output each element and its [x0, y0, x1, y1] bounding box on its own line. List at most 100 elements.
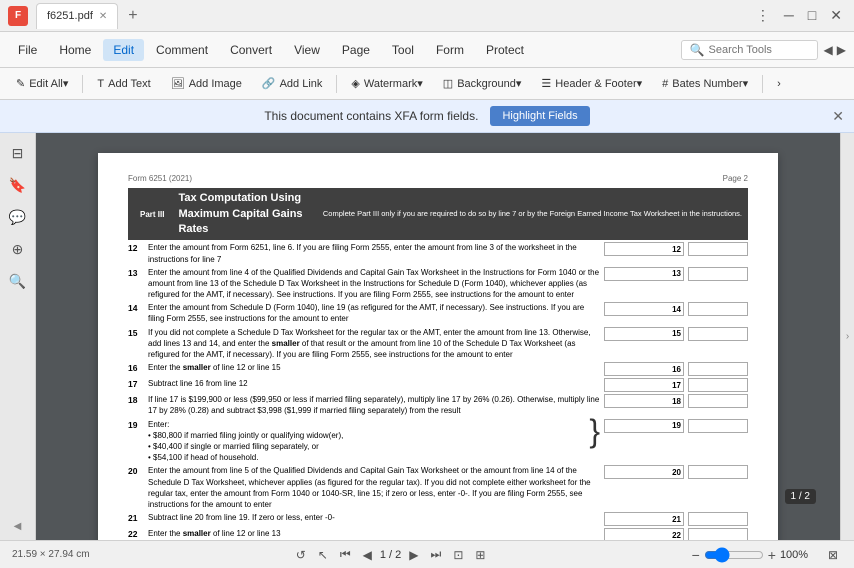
nav-rotate-button[interactable]: ↺	[292, 546, 310, 564]
row-value-box	[688, 362, 748, 376]
row-input-box: 12	[604, 242, 684, 256]
add-text-button[interactable]: T Add Text	[89, 75, 158, 93]
right-sidebar-arrow-icon: ›	[846, 331, 849, 342]
nav-prev-button[interactable]: ◀	[359, 546, 376, 564]
notification-close-icon[interactable]: ✕	[832, 108, 844, 125]
bates-number-button[interactable]: # Bates Number▾	[654, 74, 756, 93]
page-size-label: 21.59 × 27.94 cm	[12, 549, 90, 560]
row-input-box: 13	[604, 267, 684, 281]
add-text-icon: T	[97, 78, 104, 90]
nav-back-icon[interactable]: ◀	[824, 43, 833, 57]
nav-controls: ↺ ↖ ⏮ ◀ 1 / 2 ▶ ⏭ ⊡ ⊞	[292, 545, 490, 564]
form-header: Form 6251 (2021) Page 2	[128, 173, 748, 184]
table-row: 21 Subtract line 20 from line 19. If zer…	[128, 512, 748, 526]
row-number: 12	[128, 242, 144, 255]
row-number: 20	[128, 465, 144, 478]
row-value-box	[688, 512, 748, 526]
document-tab[interactable]: f6251.pdf ✕	[36, 3, 118, 29]
close-button[interactable]: ✕	[826, 5, 846, 26]
window-controls: ⋮ ─ □ ✕	[752, 5, 846, 26]
table-row: 19 Enter: • $80,800 if married filing jo…	[128, 419, 748, 464]
table-row: 16 Enter the smaller of line 12 or line …	[128, 362, 748, 376]
row-input-box: 21	[604, 512, 684, 526]
sidebar-comment-icon[interactable]: 💬	[6, 205, 30, 229]
sidebar-page-icon[interactable]: ⊟	[6, 141, 30, 165]
toolbar-nav-right-button[interactable]: ›	[769, 75, 789, 93]
title-bar: F f6251.pdf ✕ + ⋮ ─ □ ✕	[0, 0, 854, 32]
row-number: 14	[128, 302, 144, 315]
right-sidebar[interactable]: ›	[840, 133, 854, 540]
search-tools[interactable]: 🔍	[681, 40, 818, 60]
menu-view[interactable]: View	[284, 39, 330, 61]
new-tab-button[interactable]: +	[122, 5, 143, 27]
document-area: Form 6251 (2021) Page 2 Part III Tax Com…	[36, 133, 840, 540]
menu-bar: File Home Edit Comment Convert View Page…	[0, 32, 854, 68]
add-image-button[interactable]: 🖼 Add Image	[163, 74, 250, 93]
app-logo: F	[8, 6, 28, 26]
nav-first-button[interactable]: ⏮	[336, 545, 355, 564]
row-number: 22	[128, 528, 144, 540]
menu-edit[interactable]: Edit	[103, 39, 144, 61]
row-value-box	[688, 378, 748, 392]
tab-filename: f6251.pdf	[47, 10, 93, 22]
add-link-button[interactable]: 🔗 Add Link	[254, 74, 331, 93]
part-title: Tax Computation Using Maximum Capital Ga…	[178, 191, 314, 237]
row-input-box: 18	[604, 394, 684, 408]
highlight-fields-button[interactable]: Highlight Fields	[490, 106, 589, 126]
row-number: 13	[128, 267, 144, 280]
row-input-box: 17	[604, 378, 684, 392]
row-content: Enter the amount from line 5 of the Qual…	[148, 465, 600, 510]
part-instruction: Complete Part III only if you are requir…	[323, 209, 742, 220]
part-label: Part III	[134, 207, 170, 222]
row-content: If line 17 is $199,900 or less ($99,950 …	[148, 394, 600, 416]
menu-protect[interactable]: Protect	[476, 39, 534, 61]
background-button[interactable]: ◫ Background▾	[435, 74, 530, 93]
row-value-box	[688, 242, 748, 256]
table-row: 22 Enter the smaller of line 12 or line …	[128, 528, 748, 540]
nav-fit-button[interactable]: ⊡	[449, 546, 467, 564]
menu-convert[interactable]: Convert	[220, 39, 282, 61]
sidebar-layers-icon[interactable]: ⊕	[6, 237, 30, 261]
maximize-button[interactable]: □	[804, 5, 820, 26]
menu-page[interactable]: Page	[332, 39, 380, 61]
zoom-out-button[interactable]: −	[692, 547, 700, 563]
edit-all-button[interactable]: ✎ Edit All▾	[8, 74, 76, 93]
watermark-button[interactable]: ◈ Watermark▾	[343, 74, 430, 93]
nav-last-button[interactable]: ⏭	[427, 545, 446, 564]
menu-file[interactable]: File	[8, 39, 47, 61]
tab-bar: f6251.pdf ✕ +	[36, 3, 744, 29]
pdf-page: Form 6251 (2021) Page 2 Part III Tax Com…	[98, 153, 778, 540]
left-sidebar: ⊟ 🔖 💬 ⊕ 🔍 ◀	[0, 133, 36, 540]
row-value-box	[688, 528, 748, 540]
table-row: 20 Enter the amount from line 5 of the Q…	[128, 465, 748, 510]
search-input[interactable]	[709, 44, 809, 56]
notification-bar: This document contains XFA form fields. …	[0, 100, 854, 133]
nav-next-button[interactable]: ▶	[405, 546, 422, 564]
nav-forward-icon[interactable]: ▶	[837, 43, 846, 57]
table-row: 18 If line 17 is $199,900 or less ($99,9…	[128, 394, 748, 416]
nav-scroll-button[interactable]: ⊞	[471, 546, 489, 564]
nav-cursor-button[interactable]: ↖	[314, 546, 332, 564]
zoom-fit-button[interactable]: ⊠	[824, 546, 842, 564]
row-content: Enter the amount from Form 6251, line 6.…	[148, 242, 600, 264]
zoom-in-button[interactable]: +	[768, 547, 776, 563]
menu-comment[interactable]: Comment	[146, 39, 218, 61]
sidebar-collapse-arrow[interactable]: ◀	[14, 521, 22, 532]
zoom-slider[interactable]	[704, 547, 764, 563]
sidebar-search-icon[interactable]: 🔍	[6, 269, 30, 293]
menu-home[interactable]: Home	[49, 39, 101, 61]
tab-close-icon[interactable]: ✕	[99, 11, 107, 22]
row-content: Enter the amount from line 4 of the Qual…	[148, 267, 600, 301]
form-id-label: Form 6251 (2021)	[128, 173, 192, 184]
minimize-button[interactable]: ─	[780, 5, 798, 26]
toolbar-separator	[82, 75, 83, 93]
window-menu-icon[interactable]: ⋮	[752, 5, 774, 26]
part-header: Part III Tax Computation Using Maximum C…	[128, 188, 748, 240]
header-footer-button[interactable]: ☰ Header & Footer▾	[533, 74, 650, 93]
menu-tool[interactable]: Tool	[382, 39, 424, 61]
main-area: ⊟ 🔖 💬 ⊕ 🔍 ◀ Form 6251 (2021) Page 2 Part…	[0, 133, 854, 540]
row-number: 16	[128, 362, 144, 375]
menu-form[interactable]: Form	[426, 39, 474, 61]
page-indicator: 1 / 2	[380, 549, 401, 561]
sidebar-bookmark-icon[interactable]: 🔖	[6, 173, 30, 197]
